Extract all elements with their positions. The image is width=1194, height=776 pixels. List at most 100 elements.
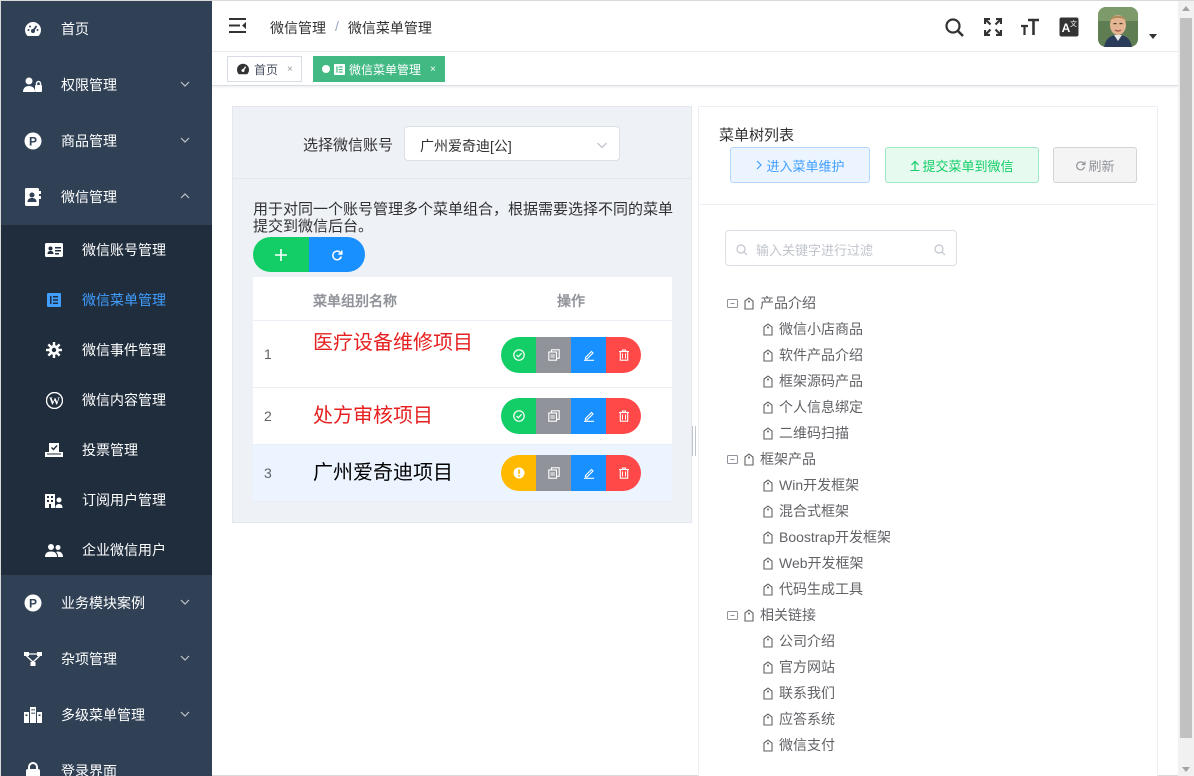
edit-button[interactable] <box>571 337 606 373</box>
tree-node[interactable]: Boostrap开发框架 <box>699 524 1157 550</box>
scroll-down-arrow[interactable] <box>1182 767 1190 772</box>
sidebar-item-home[interactable]: 首页 <box>1 1 212 57</box>
tag-icon <box>743 452 755 466</box>
tree-node-label: 个人信息绑定 <box>779 399 863 415</box>
tree-node[interactable]: 软件产品介绍 <box>699 342 1157 368</box>
tree-node[interactable]: 公司介绍 <box>699 628 1157 654</box>
language-icon[interactable]: A文 <box>1058 16 1080 38</box>
delete-button[interactable] <box>606 455 641 491</box>
search-icon[interactable] <box>943 16 965 38</box>
sidebar-item-label: 微信内容管理 <box>82 392 166 408</box>
tree-node[interactable]: 框架源码产品 <box>699 368 1157 394</box>
add-button[interactable] <box>253 237 309 272</box>
tree-node[interactable]: Win开发框架 <box>699 472 1157 498</box>
tree-node-label: Web开发框架 <box>779 555 864 571</box>
account-select[interactable]: 广州爱奇迪[公] <box>404 126 620 161</box>
copy-button[interactable] <box>536 398 571 434</box>
table-row[interactable]: 3 广州爱奇迪项目 <box>253 445 672 502</box>
tag-icon <box>762 400 774 414</box>
tree-node[interactable]: 框架产品 <box>699 446 1157 472</box>
folder-toggle-icon[interactable] <box>726 453 738 465</box>
column-header-operations: 操作 <box>557 293 585 309</box>
tag-icon <box>762 686 774 700</box>
enable-button[interactable] <box>501 337 536 373</box>
close-icon[interactable]: × <box>287 64 293 75</box>
sidebar-item-business[interactable]: P 业务模块案例 <box>1 575 212 631</box>
enter-menu-maintenance-button[interactable]: 进入菜单维护 <box>730 147 870 183</box>
trash-icon <box>618 410 629 422</box>
folder-toggle-icon[interactable] <box>726 609 738 621</box>
delete-button[interactable] <box>606 337 641 373</box>
sidebar-item-vote[interactable]: 投票管理 <box>1 425 212 475</box>
sidebar-item-login[interactable]: 登录界面 <box>1 743 212 776</box>
tree-node[interactable]: 产品介绍 <box>699 290 1157 316</box>
sidebar-item-permission[interactable]: 权限管理 <box>1 57 212 113</box>
sidebar-item-multilevel[interactable]: 多级菜单管理 <box>1 687 212 743</box>
scroll-up-arrow[interactable] <box>1182 6 1190 11</box>
tree-node[interactable]: 个人信息绑定 <box>699 394 1157 420</box>
delete-button[interactable] <box>606 398 641 434</box>
refresh-tree-button[interactable]: 刷新 <box>1053 147 1137 183</box>
account-select-value: 广州爱奇迪[公] <box>420 138 512 154</box>
tag-icon <box>762 322 774 336</box>
sidebar-item-wechat[interactable]: 微信管理 <box>1 169 212 225</box>
breadcrumb: 微信管理 / 微信菜单管理 <box>270 18 432 38</box>
sidebar-item-enterprise-user[interactable]: 企业微信用户 <box>1 525 212 575</box>
page-scrollbar[interactable] <box>1178 1 1194 776</box>
tree-node[interactable]: 应答系统 <box>699 706 1157 732</box>
tree-node[interactable]: 联系我们 <box>699 680 1157 706</box>
edit-button[interactable] <box>571 455 606 491</box>
chevron-right-icon <box>757 160 763 170</box>
refresh-button[interactable] <box>309 237 365 272</box>
fullscreen-icon[interactable] <box>982 16 1004 38</box>
folder-toggle-icon[interactable] <box>726 297 738 309</box>
tree-node[interactable]: Web开发框架 <box>699 550 1157 576</box>
table-row[interactable]: 1 医疗设备维修项目 <box>253 321 672 388</box>
user-lock-icon <box>23 75 43 95</box>
lock-icon <box>23 761 43 776</box>
breadcrumb-item[interactable]: 微信管理 <box>270 18 326 38</box>
tree-node[interactable]: 相关链接 <box>699 602 1157 628</box>
sidebar-item-wechat-account[interactable]: 微信账号管理 <box>1 225 212 275</box>
tree-node[interactable]: 混合式框架 <box>699 498 1157 524</box>
menu-doc-icon <box>334 63 345 75</box>
tree-node[interactable]: 微信小店商品 <box>699 316 1157 342</box>
panel-splitter[interactable] <box>692 426 696 456</box>
users-icon <box>45 541 63 559</box>
tree-node[interactable]: 代码生成工具 <box>699 576 1157 602</box>
tag-wechat-menu[interactable]: 微信菜单管理 × <box>313 56 445 82</box>
avatar[interactable] <box>1098 7 1138 47</box>
close-icon[interactable]: × <box>430 64 436 75</box>
font-size-icon[interactable] <box>1019 16 1041 38</box>
tree-node-label: Win开发框架 <box>779 477 860 493</box>
sidebar-item-misc[interactable]: 杂项管理 <box>1 631 212 687</box>
sidebar-item-wechat-content[interactable]: W 微信内容管理 <box>1 375 212 425</box>
tree-filter-input[interactable]: 输入关键字进行过滤 <box>725 230 957 266</box>
copy-button[interactable] <box>536 337 571 373</box>
sidebar-item-subscriber[interactable]: 订阅用户管理 <box>1 475 212 525</box>
menu-doc-icon <box>45 291 63 309</box>
edit-button[interactable] <box>571 398 606 434</box>
tag-icon <box>762 582 774 596</box>
tree-node[interactable]: 微信支付 <box>699 732 1157 758</box>
tree-node-label: 软件产品介绍 <box>779 347 863 363</box>
sidebar-item-product[interactable]: P 商品管理 <box>1 113 212 169</box>
scrollbar-thumb[interactable] <box>1180 18 1192 738</box>
menu-group-table: 菜单组别名称 操作 1 医疗设备维修项目 2 处方审核项目 3 广州爱奇迪项目 <box>253 277 672 502</box>
sidebar-item-wechat-event[interactable]: 微信事件管理 <box>1 325 212 375</box>
sidebar-item-wechat-menu[interactable]: 微信菜单管理 <box>1 275 212 325</box>
row-name: 医疗设备维修项目 <box>313 332 473 354</box>
active-dot <box>322 65 330 73</box>
tree-node[interactable]: 二维码扫描 <box>699 420 1157 446</box>
tag-home[interactable]: 首页 × <box>227 56 302 82</box>
caret-down-icon[interactable] <box>1149 34 1157 39</box>
tag-label: 首页 <box>254 62 279 77</box>
submit-menu-button[interactable]: 提交菜单到微信 <box>885 147 1039 183</box>
enable-button[interactable] <box>501 455 536 491</box>
copy-button[interactable] <box>536 455 571 491</box>
table-row[interactable]: 2 处方审核项目 <box>253 388 672 445</box>
svg-text:P: P <box>29 597 37 611</box>
tree-node[interactable]: 官方网站 <box>699 654 1157 680</box>
enable-button[interactable] <box>501 398 536 434</box>
hamburger-icon[interactable] <box>229 18 246 36</box>
